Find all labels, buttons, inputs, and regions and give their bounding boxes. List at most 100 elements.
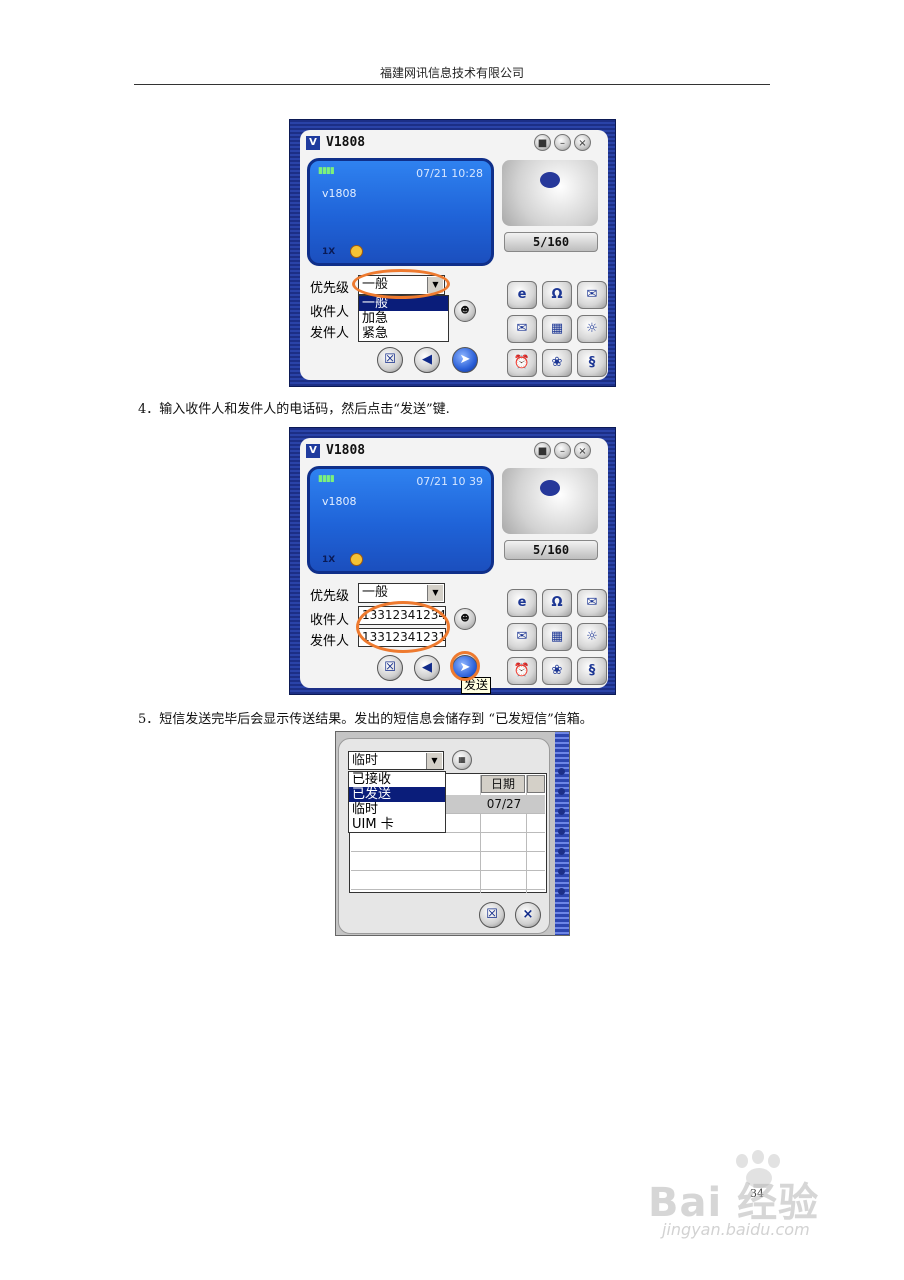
column-header-extra[interactable] <box>527 775 545 793</box>
calendar-icon[interactable]: ▦ <box>542 315 572 343</box>
folder-tool-icon[interactable]: ▦ <box>452 750 472 770</box>
inbox-screenshot: 日期 07/27 临时 ▼ ▦ 已接收 已发送 临时 UIM 卡 ☒ × <box>335 731 570 936</box>
outbox-icon[interactable]: ✉ <box>577 589 607 617</box>
sender-label: 发件人 <box>310 326 350 341</box>
app-logo-icon: V <box>306 136 320 150</box>
close-icon[interactable]: × <box>515 902 541 928</box>
carrier-name: v1808 <box>322 187 357 200</box>
folder-option[interactable]: UIM 卡 <box>349 817 445 832</box>
cancel-icon[interactable]: ☒ <box>377 655 403 681</box>
priority-select-value: 一般 <box>362 585 389 600</box>
inbox-icon[interactable]: ✉ <box>507 623 537 651</box>
spiral-hole <box>558 828 565 835</box>
inbox-icon[interactable]: ✉ <box>507 315 537 343</box>
paw-icon <box>752 1150 764 1164</box>
decorative-art <box>502 160 598 226</box>
table-row[interactable] <box>351 871 545 890</box>
recipient-label: 收件人 <box>310 613 350 628</box>
lock-icon[interactable]: ■ <box>534 442 551 459</box>
folder-option[interactable]: 临时 <box>349 802 445 817</box>
back-icon[interactable]: ◀ <box>414 347 440 373</box>
spiral-hole <box>558 848 565 855</box>
header-rule <box>134 84 770 85</box>
folder-dropdown: 已接收 已发送 临时 UIM 卡 <box>348 771 446 833</box>
phone-screen: ▮▮▮▮ 07/21 10:28 v1808 1X <box>307 158 494 266</box>
swirl-icon <box>540 480 560 496</box>
network-indicator: 1X <box>322 555 336 565</box>
minimize-icon[interactable]: – <box>554 134 571 151</box>
priority-select[interactable]: 一般 ▼ <box>358 583 445 603</box>
seahorse-icon[interactable]: § <box>577 657 607 685</box>
highlight-circle <box>356 601 450 653</box>
priority-option[interactable]: 紧急 <box>359 326 448 341</box>
headset-icon[interactable]: Ω <box>542 589 572 617</box>
swirl-icon <box>540 172 560 188</box>
settings-icon[interactable]: ☼ <box>577 623 607 651</box>
app-screenshot-priority: V V1808 ■ – × ▮▮▮▮ 07/21 10:28 v1808 1X … <box>289 119 616 387</box>
close-icon[interactable]: × <box>574 134 591 151</box>
close-icon[interactable]: × <box>574 442 591 459</box>
priority-option[interactable]: 加急 <box>359 311 448 326</box>
seahorse-icon[interactable]: § <box>577 349 607 377</box>
table-row[interactable] <box>351 852 545 871</box>
table-row[interactable] <box>351 833 545 852</box>
char-counter: 5/160 <box>504 232 598 252</box>
chevron-down-icon[interactable]: ▼ <box>426 753 442 769</box>
alarm-icon[interactable]: ⏰ <box>507 349 537 377</box>
priority-label: 优先级 <box>310 281 350 296</box>
headset-icon[interactable]: Ω <box>542 281 572 309</box>
spiral-hole <box>558 808 565 815</box>
cancel-icon[interactable]: ☒ <box>479 902 505 928</box>
highlight-circle <box>352 269 450 299</box>
app-screenshot-send: V V1808 ■ – × ▮▮▮▮ 07/21 10 39 v1808 1X … <box>289 427 616 695</box>
send-icon[interactable]: ➤ <box>452 347 478 373</box>
priority-dropdown: 一般 加急 紧急 <box>358 295 449 342</box>
app-title: V1808 <box>326 443 366 458</box>
outbox-icon[interactable]: ✉ <box>577 281 607 309</box>
column-header-date[interactable]: 日期 <box>481 775 525 793</box>
lock-icon[interactable]: ■ <box>534 134 551 151</box>
baidu-watermark: Bai 经验 jingyan.baidu.com <box>648 1150 858 1240</box>
step-text: 输入收件人和发件人的电话码，然后点击“发送”键. <box>159 402 450 417</box>
row-date: 07/27 <box>486 797 522 811</box>
datetime: 07/21 10 39 <box>416 475 483 488</box>
calendar-icon[interactable]: ▦ <box>542 623 572 651</box>
step-4: 4．输入收件人和发件人的电话码，然后点击“发送”键. <box>138 402 450 417</box>
status-face-icon <box>350 553 363 566</box>
status-face-icon <box>350 245 363 258</box>
folder-option[interactable]: 已接收 <box>349 772 445 787</box>
alarm-icon[interactable]: ⏰ <box>507 657 537 685</box>
cancel-icon[interactable]: ☒ <box>377 347 403 373</box>
browser-icon[interactable]: e <box>507 589 537 617</box>
network-icon[interactable]: ❀ <box>542 657 572 685</box>
signal-icon: ▮▮▮▮ <box>318 474 335 484</box>
spiral-hole <box>558 788 565 795</box>
char-counter: 5/160 <box>504 540 598 560</box>
document-header: 福建网讯信息技术有限公司 <box>379 66 524 80</box>
recipient-label: 收件人 <box>310 305 350 320</box>
minimize-icon[interactable]: – <box>554 442 571 459</box>
priority-label: 优先级 <box>310 589 350 604</box>
folder-option[interactable]: 已发送 <box>349 787 445 802</box>
contacts-icon[interactable]: ☻ <box>454 300 476 322</box>
app-logo-icon: V <box>306 444 320 458</box>
spiral-hole <box>558 868 565 875</box>
highlight-circle <box>450 651 480 681</box>
step-text: 短信发送完毕后会显示传送结果。发出的短信息会储存到 “已发短信”信箱。 <box>159 712 593 727</box>
sender-label: 发件人 <box>310 634 350 649</box>
watermark-url: jingyan.baidu.com <box>662 1220 810 1239</box>
browser-icon[interactable]: e <box>507 281 537 309</box>
datetime: 07/21 10:28 <box>416 167 483 180</box>
paw-icon <box>768 1154 780 1168</box>
network-indicator: 1X <box>322 247 336 257</box>
network-icon[interactable]: ❀ <box>542 349 572 377</box>
folder-select-value: 临时 <box>352 753 379 768</box>
settings-icon[interactable]: ☼ <box>577 315 607 343</box>
contacts-icon[interactable]: ☻ <box>454 608 476 630</box>
back-icon[interactable]: ◀ <box>414 655 440 681</box>
app-title: V1808 <box>326 135 366 150</box>
chevron-down-icon[interactable]: ▼ <box>427 585 443 601</box>
spiral-hole <box>558 888 565 895</box>
folder-select[interactable]: 临时 ▼ <box>348 751 444 770</box>
phone-screen: ▮▮▮▮ 07/21 10 39 v1808 1X <box>307 466 494 574</box>
